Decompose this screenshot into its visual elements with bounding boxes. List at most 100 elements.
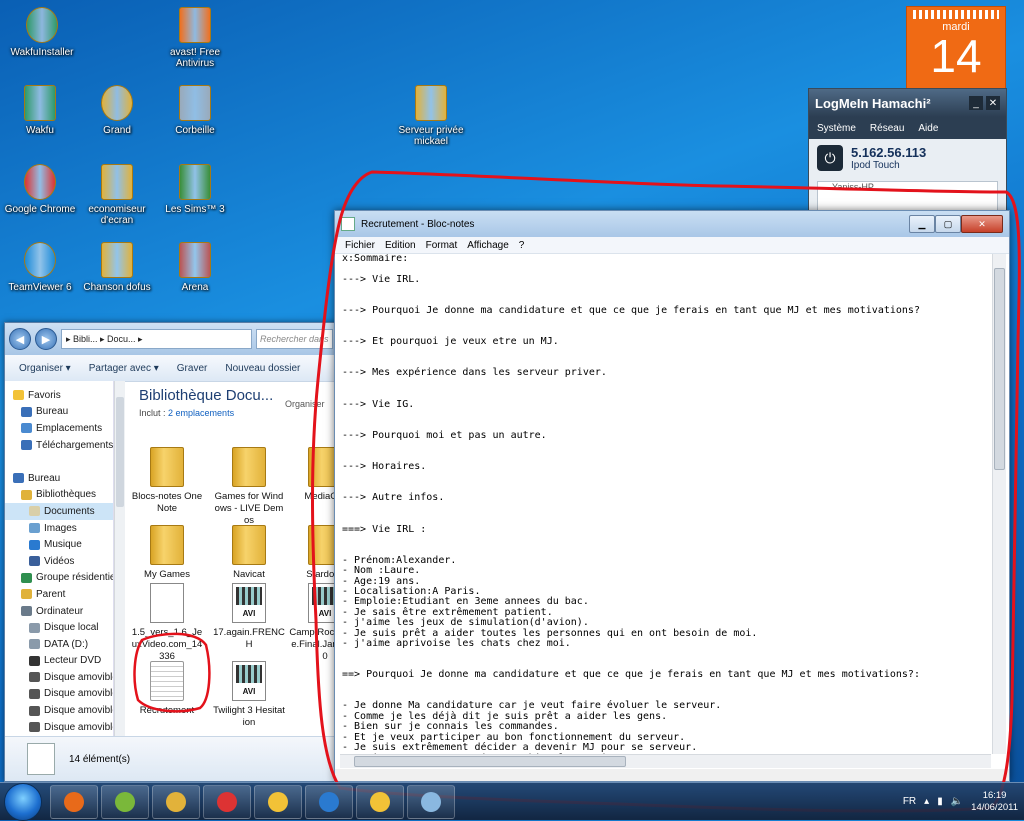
nav-item[interactable]: Ordinateur [5, 603, 113, 620]
nav-item[interactable] [5, 453, 113, 470]
file-item[interactable]: Games for Windows - LIVE Demos [213, 447, 285, 527]
desktop-icon[interactable]: Chanson dofus [79, 241, 155, 293]
network-icon[interactable]: ▮ [937, 796, 943, 807]
file-item[interactable]: MediaGet [289, 447, 337, 503]
burn-button[interactable]: Graver [177, 363, 208, 374]
nav-item[interactable]: Favoris [5, 387, 113, 404]
nav-item[interactable]: Lecteur DVD [5, 653, 113, 670]
close-button[interactable]: ✕ [961, 215, 1003, 233]
file-item[interactable]: Recrutement [131, 661, 203, 717]
taskbar-app[interactable] [254, 784, 302, 819]
taskbar-app[interactable] [101, 784, 149, 819]
nav-item[interactable]: Emplacements [5, 420, 113, 437]
file-item[interactable]: Blocs-notes OneNote [131, 447, 203, 515]
nav-item[interactable]: Bureau [5, 404, 113, 421]
taskbar-app[interactable] [356, 784, 404, 819]
file-item[interactable]: Camp.Rock.2.The.Final.Jam.2010 [289, 583, 337, 663]
close-button[interactable]: ✕ [986, 96, 1000, 110]
menu-format[interactable]: Format [426, 240, 458, 251]
app-icon [176, 6, 214, 44]
nav-item[interactable]: Images [5, 520, 113, 537]
start-button[interactable] [4, 782, 42, 821]
maximize-button[interactable]: ▢ [935, 215, 961, 233]
nav-item[interactable]: Disque amovible [5, 669, 113, 686]
taskbar-app[interactable] [407, 784, 455, 819]
nav-item[interactable]: Téléchargements [5, 437, 113, 454]
desktop-icon[interactable]: Arena [157, 241, 233, 293]
nav-item[interactable]: Disque amovible [5, 686, 113, 703]
tray-arrow-icon[interactable]: ▴ [924, 796, 929, 807]
desktop-icon[interactable]: Corbeille [157, 84, 233, 136]
hamachi-menu-reseau[interactable]: Réseau [870, 123, 904, 134]
file-item[interactable]: 1.5_vers_1.6_JeuxVideo.com_14336 [131, 583, 203, 663]
file-label: 17.again.FRENCH [213, 627, 285, 650]
file-item[interactable]: 17.again.FRENCH [213, 583, 285, 651]
hamachi-menu-systeme[interactable]: Système [817, 123, 856, 134]
power-icon[interactable]: ⏻ [817, 145, 843, 171]
menu-fichier[interactable]: Fichier [345, 240, 375, 251]
menu-affichage[interactable]: Affichage [467, 240, 509, 251]
menu-help[interactable]: ? [519, 240, 525, 251]
nav-scrollbar[interactable] [114, 381, 125, 737]
app-icon [176, 241, 214, 279]
nav-item-label: Groupe résidentiel [36, 572, 114, 584]
nav-item[interactable]: Disque local [5, 619, 113, 636]
organize-button[interactable]: Organiser ▾ [19, 363, 71, 374]
notepad-text-area[interactable]: x:Sommaire: ---> Vie IRL. ---> Pourquoi … [340, 254, 991, 754]
nav-item[interactable]: Musique [5, 536, 113, 553]
desktop-icon[interactable]: Google Chrome [2, 163, 78, 215]
menu-edition[interactable]: Edition [385, 240, 416, 251]
taskbar-app[interactable] [305, 784, 353, 819]
desktop-icon[interactable]: WakfuInstaller [4, 6, 80, 58]
new-folder-button[interactable]: Nouveau dossier [225, 363, 300, 374]
share-button[interactable]: Partager avec ▾ [89, 363, 159, 374]
taskbar-app[interactable] [50, 784, 98, 819]
nav-item[interactable]: Bureau [5, 470, 113, 487]
nav-item[interactable]: Parent [5, 586, 113, 603]
file-item[interactable]: Navicat [213, 525, 285, 581]
nav-item[interactable]: Bibliothèques [5, 487, 113, 504]
forward-icon[interactable]: ▶ [35, 328, 57, 350]
desktop-icon[interactable]: Les Sims™ 3 [157, 163, 233, 215]
address-field[interactable]: ▸ Bibli... ▸ Docu... ▸ [61, 329, 252, 349]
vertical-scrollbar[interactable] [992, 254, 1006, 754]
desktop-icon[interactable]: Grand [79, 84, 155, 136]
back-icon[interactable]: ◀ [9, 328, 31, 350]
minimize-button[interactable]: _ [969, 96, 983, 110]
file-item[interactable]: My Games [131, 525, 203, 581]
hamachi-menu-aide[interactable]: Aide [918, 123, 938, 134]
calendar-gadget[interactable]: mardi 14 [906, 6, 1006, 90]
desktop-icon[interactable]: avast! Free Antivirus [157, 6, 233, 69]
desktop-icon[interactable]: Serveur privée mickael [393, 84, 469, 147]
hamachi-peer-list[interactable]: Yaniss-HP [817, 181, 998, 213]
scrollbar-thumb[interactable] [354, 756, 626, 767]
search-input[interactable]: Rechercher dans [256, 329, 333, 349]
desktop-icon[interactable]: TeamViewer 6 [2, 241, 78, 293]
file-label: Camp.Rock.2.The.Final.Jam.2010 [289, 627, 337, 662]
taskbar-app[interactable] [152, 784, 200, 819]
file-item[interactable]: Stardock [289, 525, 337, 581]
taskbar-app[interactable] [203, 784, 251, 819]
scrollbar-thumb[interactable] [116, 397, 124, 507]
language-indicator[interactable]: FR [903, 796, 916, 807]
nav-item-icon [13, 390, 24, 401]
library-locations-link[interactable]: 2 emplacements [168, 408, 234, 418]
nav-item[interactable]: Groupe résidentiel [5, 570, 113, 587]
nav-item[interactable]: Vidéos [5, 553, 113, 570]
nav-item[interactable]: Disque amovible [5, 702, 113, 719]
scrollbar-thumb[interactable] [994, 268, 1005, 470]
clock[interactable]: 16:19 14/06/2011 [971, 790, 1018, 814]
desktop-icon[interactable]: economiseur d'ecran [79, 163, 155, 226]
file-item[interactable]: Twilight 3 Hesitation [213, 661, 285, 729]
nav-item[interactable]: DATA (D:) [5, 636, 113, 653]
horizontal-scrollbar[interactable] [340, 754, 991, 768]
desktop-icon[interactable]: Wakfu [2, 84, 78, 136]
peer-item[interactable]: Yaniss-HP [832, 182, 874, 192]
nav-item[interactable]: Documents [5, 503, 113, 520]
arrange-label[interactable]: Organiser [285, 399, 325, 409]
minimize-button[interactable]: ▁ [909, 215, 935, 233]
nav-item[interactable]: Disque amovible [5, 719, 113, 736]
nav-item-label: Favoris [28, 389, 61, 401]
volume-icon[interactable]: 🔈 [951, 796, 963, 807]
nav-item-icon [29, 672, 40, 683]
